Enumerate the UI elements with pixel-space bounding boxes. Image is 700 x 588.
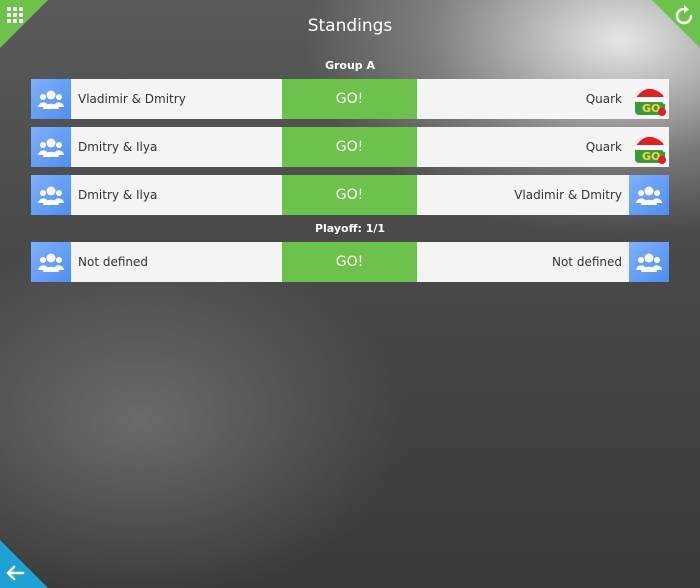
team-avatar-icon [629,242,669,282]
match-row: Dmitry & Ilya GO! Vladimir & Dmitry [31,175,669,215]
right-team[interactable]: Not defined [417,242,669,282]
page-title: Standings [307,16,393,36]
right-team[interactable]: Quark GO [417,127,669,167]
left-team[interactable]: Dmitry & Ilya [31,175,282,215]
left-team-name: Not defined [78,255,149,269]
match-row: Dmitry & Ilya GO! Quark GO [31,127,669,167]
team-avatar-icon [31,127,71,167]
go-button[interactable]: GO! [282,79,417,119]
right-team-name: Quark [585,140,622,154]
group-label: Playoff: 1/1 [314,222,386,235]
team-avatar-icon [31,175,71,215]
back-arrow-icon [6,565,25,581]
back-button[interactable] [4,562,26,584]
right-team-name: Quark [585,92,622,106]
right-team-name: Not defined [551,255,622,269]
quark-santa-avatar: GO [629,127,669,167]
svg-text:GO: GO [642,102,660,115]
left-team[interactable]: Not defined [31,242,282,282]
go-button[interactable]: GO! [282,175,417,215]
match-row: Vladimir & Dmitry GO! Quark GO [31,79,669,119]
quark-santa-avatar: GO [629,79,669,119]
left-team-name: Dmitry & Ilya [78,140,158,154]
go-button[interactable]: GO! [282,127,417,167]
group-label: Group A [324,59,376,72]
left-team-name: Dmitry & Ilya [78,188,158,202]
team-avatar-icon [629,175,669,215]
match-row: Not defined GO! Not defined [31,242,669,282]
left-team-name: Vladimir & Dmitry [78,92,186,106]
left-team[interactable]: Dmitry & Ilya [31,127,282,167]
right-team[interactable]: Quark GO [417,79,669,119]
team-avatar-icon [31,79,71,119]
svg-text:GO: GO [642,150,660,163]
go-button[interactable]: GO! [282,242,417,282]
team-avatar-icon [31,242,71,282]
right-team[interactable]: Vladimir & Dmitry [417,175,669,215]
left-team[interactable]: Vladimir & Dmitry [31,79,282,119]
right-team-name: Vladimir & Dmitry [514,188,622,202]
